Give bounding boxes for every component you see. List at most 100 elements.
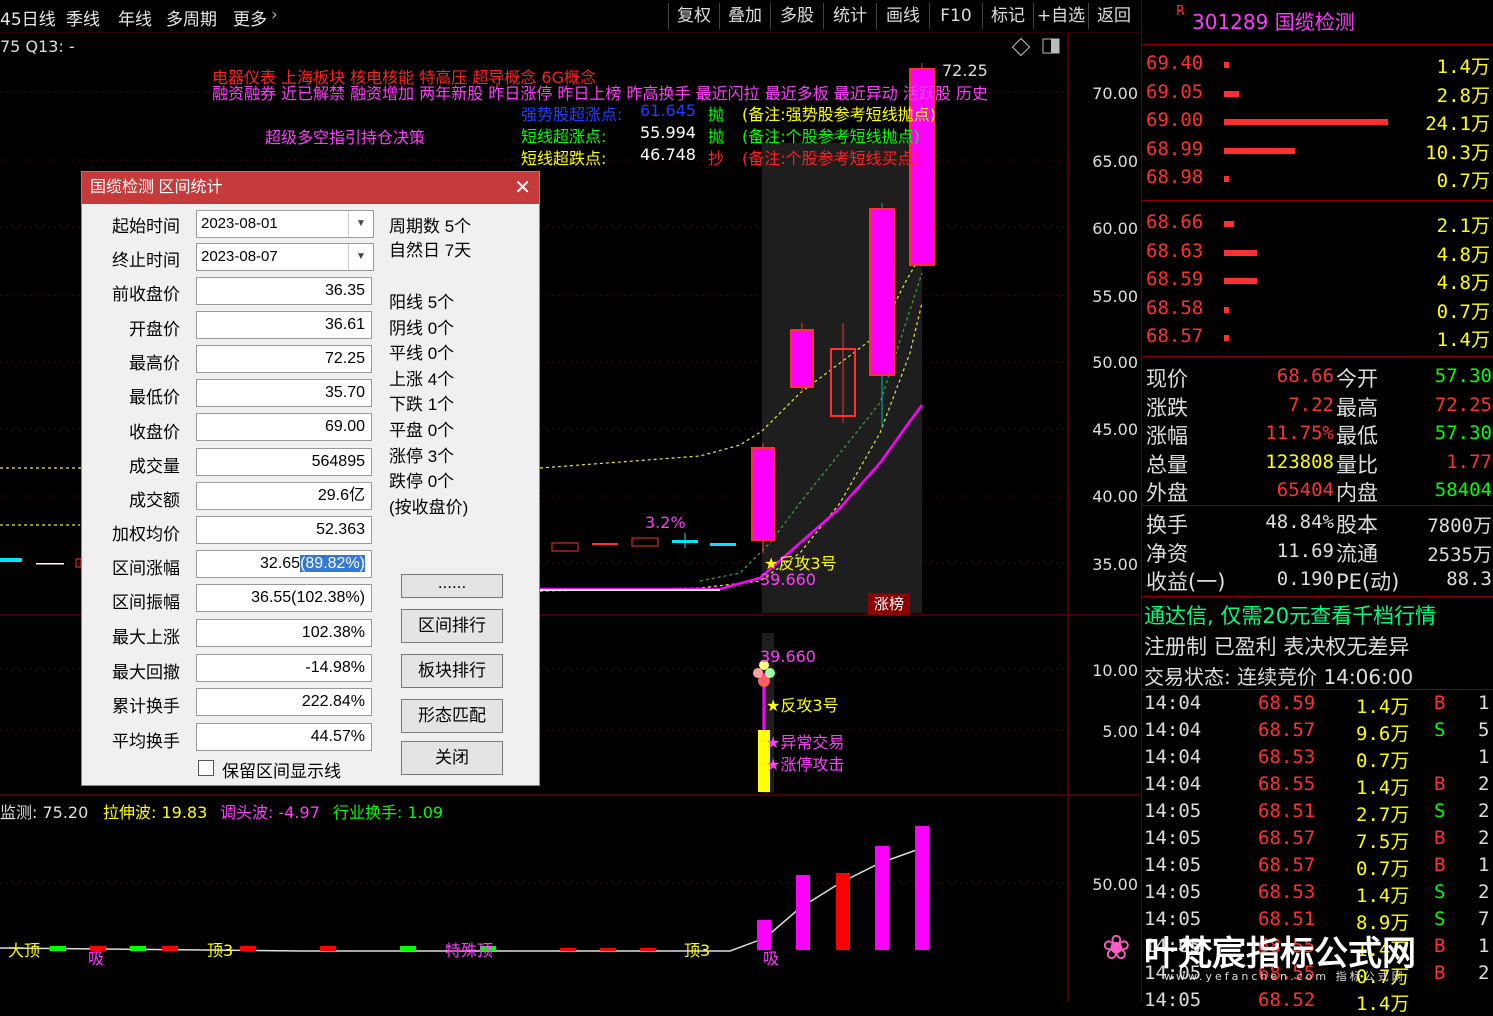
field-value[interactable]: 36.61 bbox=[196, 311, 372, 339]
ask-price[interactable]: 69.40 bbox=[1146, 52, 1203, 74]
ask-price[interactable]: 68.98 bbox=[1146, 166, 1203, 188]
range-rise-field[interactable]: 32.65(89.82%) bbox=[196, 550, 372, 578]
overlay-button[interactable]: 叠加 bbox=[719, 3, 770, 29]
start-date-value: 2023-08-01 bbox=[201, 215, 278, 232]
field-label: 最高价 bbox=[129, 354, 180, 373]
trade-volume: 1.4万 bbox=[1356, 993, 1410, 1015]
field-value[interactable]: 36.55(102.38%) bbox=[196, 584, 372, 612]
field-value[interactable]: -14.98% bbox=[196, 654, 372, 682]
multi-stock-button[interactable]: 多股 bbox=[770, 3, 823, 29]
stat-label: 内盘 bbox=[1336, 481, 1378, 505]
trade-price: 68.55 bbox=[1258, 773, 1316, 795]
stretch-readout: 拉伸波: 19.83 bbox=[103, 803, 208, 822]
chevron-right-icon[interactable]: › bbox=[271, 5, 278, 25]
trade-count: 5 bbox=[1478, 719, 1490, 741]
tab-45day[interactable]: 45日线 bbox=[0, 5, 56, 30]
bid-price[interactable]: 68.63 bbox=[1146, 240, 1203, 262]
tab-multi-period[interactable]: 多周期 bbox=[166, 5, 217, 30]
trade-price: 68.57 bbox=[1258, 719, 1316, 741]
field-label: 最大回撤 bbox=[112, 663, 180, 682]
trade-volume: 9.6万 bbox=[1356, 723, 1410, 745]
field-value[interactable]: 29.6亿 bbox=[196, 482, 372, 510]
field-label: 成交量 bbox=[129, 457, 180, 476]
trade-count: 7 bbox=[1478, 908, 1490, 930]
stat-value: 2535万 bbox=[1427, 543, 1492, 566]
range-rank-button[interactable]: 区间排行 bbox=[401, 609, 503, 643]
trade-time: 14:05 bbox=[1144, 881, 1202, 903]
trade-volume: 1.4万 bbox=[1356, 777, 1410, 799]
bid-price[interactable]: 68.59 bbox=[1146, 268, 1203, 290]
field-value[interactable]: 72.25 bbox=[196, 345, 372, 373]
promo-banner[interactable]: 通达信, 仅需20元查看千档行情 bbox=[1144, 600, 1436, 630]
back-button[interactable]: 返回 bbox=[1088, 3, 1139, 29]
ask-volume: 1.4万 bbox=[1436, 56, 1490, 78]
field-value[interactable]: 52.363 bbox=[196, 516, 372, 544]
field-value[interactable]: 222.84% bbox=[196, 688, 372, 716]
chevron-down-icon[interactable]: ▼ bbox=[348, 244, 373, 270]
field-value[interactable]: 36.35 bbox=[196, 277, 372, 305]
bid-volume: 0.7万 bbox=[1436, 300, 1490, 323]
stat-label: 总量 bbox=[1146, 452, 1188, 477]
bid-volume: 4.8万 bbox=[1436, 243, 1490, 266]
ask-price[interactable]: 69.05 bbox=[1146, 81, 1203, 103]
strong-value: 61.645 bbox=[640, 101, 696, 120]
bid-price[interactable]: 68.57 bbox=[1146, 325, 1203, 347]
field-value[interactable]: 102.38% bbox=[196, 619, 372, 647]
tab-year[interactable]: 年线 bbox=[118, 5, 152, 30]
bid-price[interactable]: 68.66 bbox=[1146, 211, 1203, 233]
dialog-titlebar[interactable]: 国缆检测 区间统计 bbox=[82, 172, 539, 204]
keep-range-label: 保留区间显示线 bbox=[222, 762, 341, 781]
tab-season[interactable]: 季线 bbox=[66, 5, 100, 30]
stat-item: (按收盘价) bbox=[389, 498, 469, 517]
close-icon[interactable]: ✕ bbox=[514, 175, 531, 200]
bottom-tag: 吸 bbox=[88, 949, 105, 968]
trade-volume: 1.4万 bbox=[1356, 885, 1410, 907]
ask-volume: 2.8万 bbox=[1436, 84, 1490, 107]
ellipsis-button[interactable]: ...... bbox=[401, 574, 503, 598]
trade-price: 68.57 bbox=[1258, 827, 1316, 849]
stat-item: 阴线 0个 bbox=[389, 319, 455, 338]
field-value[interactable]: 69.00 bbox=[196, 413, 372, 441]
field-label: 最低价 bbox=[129, 388, 180, 407]
field-value[interactable]: 44.57% bbox=[196, 723, 372, 751]
diamond-icon bbox=[1011, 37, 1031, 57]
up-value: 55.994 bbox=[640, 123, 696, 142]
mark-button[interactable]: 标记 bbox=[982, 3, 1033, 29]
down-note: (备注:个股参考短线买点) bbox=[742, 149, 920, 168]
stat-value: 57.30 bbox=[1434, 365, 1492, 387]
stock-title: 301289 国缆检测 bbox=[1192, 10, 1355, 34]
stat-item: 阳线 5个 bbox=[389, 293, 455, 312]
ask-price[interactable]: 69.00 bbox=[1146, 109, 1203, 131]
axis-label: 40.00 bbox=[1092, 487, 1138, 506]
stat-value: 7800万 bbox=[1427, 515, 1492, 537]
stat-value: 0.190 bbox=[1276, 568, 1334, 590]
add-watchlist-button[interactable]: +自选 bbox=[1033, 3, 1088, 29]
fuquan-button[interactable]: 复权 bbox=[668, 3, 719, 29]
chevron-down-icon[interactable]: ▼ bbox=[348, 211, 373, 237]
draw-line-button[interactable]: 画线 bbox=[876, 3, 929, 29]
ask-price[interactable]: 68.99 bbox=[1146, 138, 1203, 160]
monitor-readout: 监测: 75.20 bbox=[0, 803, 89, 822]
bottom-tag: 顶3 bbox=[684, 941, 711, 960]
stats-button[interactable]: 统计 bbox=[823, 3, 876, 29]
sector-rank-button[interactable]: 板块排行 bbox=[401, 654, 503, 688]
zhangbang-badge[interactable]: 涨榜 bbox=[868, 593, 910, 615]
close-button[interactable]: 关闭 bbox=[401, 741, 503, 775]
stat-value: 57.30 bbox=[1434, 422, 1492, 444]
natural-days: 自然日 7天 bbox=[389, 241, 472, 260]
keep-range-checkbox[interactable] bbox=[198, 760, 214, 776]
bid-volume: 1.4万 bbox=[1436, 329, 1490, 351]
field-value[interactable]: 35.70 bbox=[196, 379, 372, 407]
end-date-select[interactable]: 2023-08-07 ▼ bbox=[196, 243, 374, 271]
listing-note: 注册制 已盈利 表决权无差异 bbox=[1144, 635, 1410, 659]
trade-price: 68.52 bbox=[1258, 989, 1316, 1011]
pattern-match-button[interactable]: 形态匹配 bbox=[401, 699, 503, 733]
trade-time: 14:04 bbox=[1144, 746, 1202, 768]
stat-value: 48.84% bbox=[1265, 511, 1334, 533]
tab-more[interactable]: 更多 bbox=[233, 5, 267, 30]
trade-side: B bbox=[1434, 692, 1446, 714]
field-value[interactable]: 564895 bbox=[196, 448, 372, 476]
bid-price[interactable]: 68.58 bbox=[1146, 297, 1203, 319]
f10-button[interactable]: F10 bbox=[929, 3, 982, 29]
start-date-select[interactable]: 2023-08-01 ▼ bbox=[196, 210, 374, 238]
